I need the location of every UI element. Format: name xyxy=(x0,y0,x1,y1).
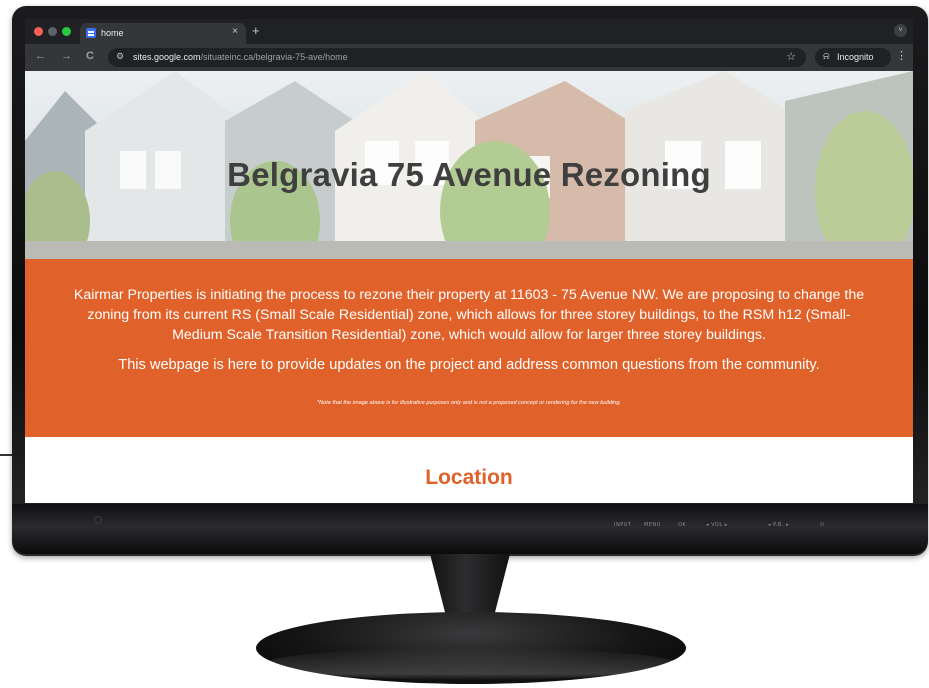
browser-toolbar: ← → C ⚙ sites.google.com/situateinc.ca/b… xyxy=(25,44,913,71)
image-disclaimer: *Note that the image above is for illust… xyxy=(316,400,622,406)
reload-button[interactable]: C xyxy=(86,50,94,62)
power-led-icon xyxy=(94,516,102,524)
stage: INPUT MENU OK ◂ VOL ▸ ◂ P.B. ▸ ⏻ home × … xyxy=(0,0,929,688)
google-sites-favicon-icon xyxy=(86,28,96,38)
incognito-label: Incognito xyxy=(837,52,874,62)
page-title: Belgravia 75 Avenue Rezoning xyxy=(227,156,711,193)
browser-tab-home[interactable]: home × xyxy=(80,23,246,44)
url-path: /situateinc.ca/belgravia-75-ave/home xyxy=(200,52,348,62)
window-maximize-icon[interactable] xyxy=(62,27,71,36)
intro-banner: Kairmar Properties is initiating the pro… xyxy=(25,259,913,437)
tab-title: home xyxy=(101,28,124,38)
web-page: Belgravia 75 Avenue Rezoning Kairmar Pro… xyxy=(25,71,913,503)
window-close-icon[interactable] xyxy=(34,27,43,36)
hero-banner: Belgravia 75 Avenue Rezoning xyxy=(25,71,913,259)
tab-search-icon[interactable]: ˅ xyxy=(894,24,907,37)
monitor-control-input: INPUT xyxy=(614,522,632,528)
monitor-power-icon: ⏻ xyxy=(820,522,825,528)
browser-tab-bar: home × + ˅ xyxy=(25,19,913,44)
monitor-control-menu: MENU xyxy=(644,522,661,528)
monitor-control-volume: ◂ VOL ▸ xyxy=(706,522,728,528)
window-minimize-icon[interactable] xyxy=(48,27,57,36)
monitor-base-highlight xyxy=(264,648,678,680)
url-text: sites.google.com/situateinc.ca/belgravia… xyxy=(133,52,348,62)
back-button[interactable]: ← xyxy=(35,50,46,62)
monitor-control-pb: ◂ P.B. ▸ xyxy=(768,522,790,528)
site-info-icon[interactable]: ⚙ xyxy=(116,51,124,62)
incognito-badge[interactable]: ⍾ Incognito xyxy=(815,48,891,67)
url-host: sites.google.com xyxy=(133,52,201,62)
bookmark-star-icon[interactable]: ☆ xyxy=(786,50,796,63)
incognito-icon: ⍾ xyxy=(823,51,830,62)
tab-close-icon[interactable]: × xyxy=(232,26,238,37)
browser-menu-icon[interactable]: ⋮ xyxy=(896,49,907,62)
new-tab-button[interactable]: + xyxy=(252,23,260,38)
address-bar[interactable]: ⚙ sites.google.com/situateinc.ca/belgrav… xyxy=(108,48,806,67)
forward-button[interactable]: → xyxy=(61,50,72,62)
monitor-chin xyxy=(12,504,928,554)
monitor-control-ok: OK xyxy=(678,522,687,528)
purpose-paragraph: This webpage is here to provide updates … xyxy=(118,357,820,373)
monitor-screen: home × + ˅ ← → C ⚙ sites.google.com/situ… xyxy=(25,19,913,503)
intro-paragraph: Kairmar Properties is initiating the pro… xyxy=(73,287,865,343)
location-heading: Location xyxy=(425,466,513,489)
